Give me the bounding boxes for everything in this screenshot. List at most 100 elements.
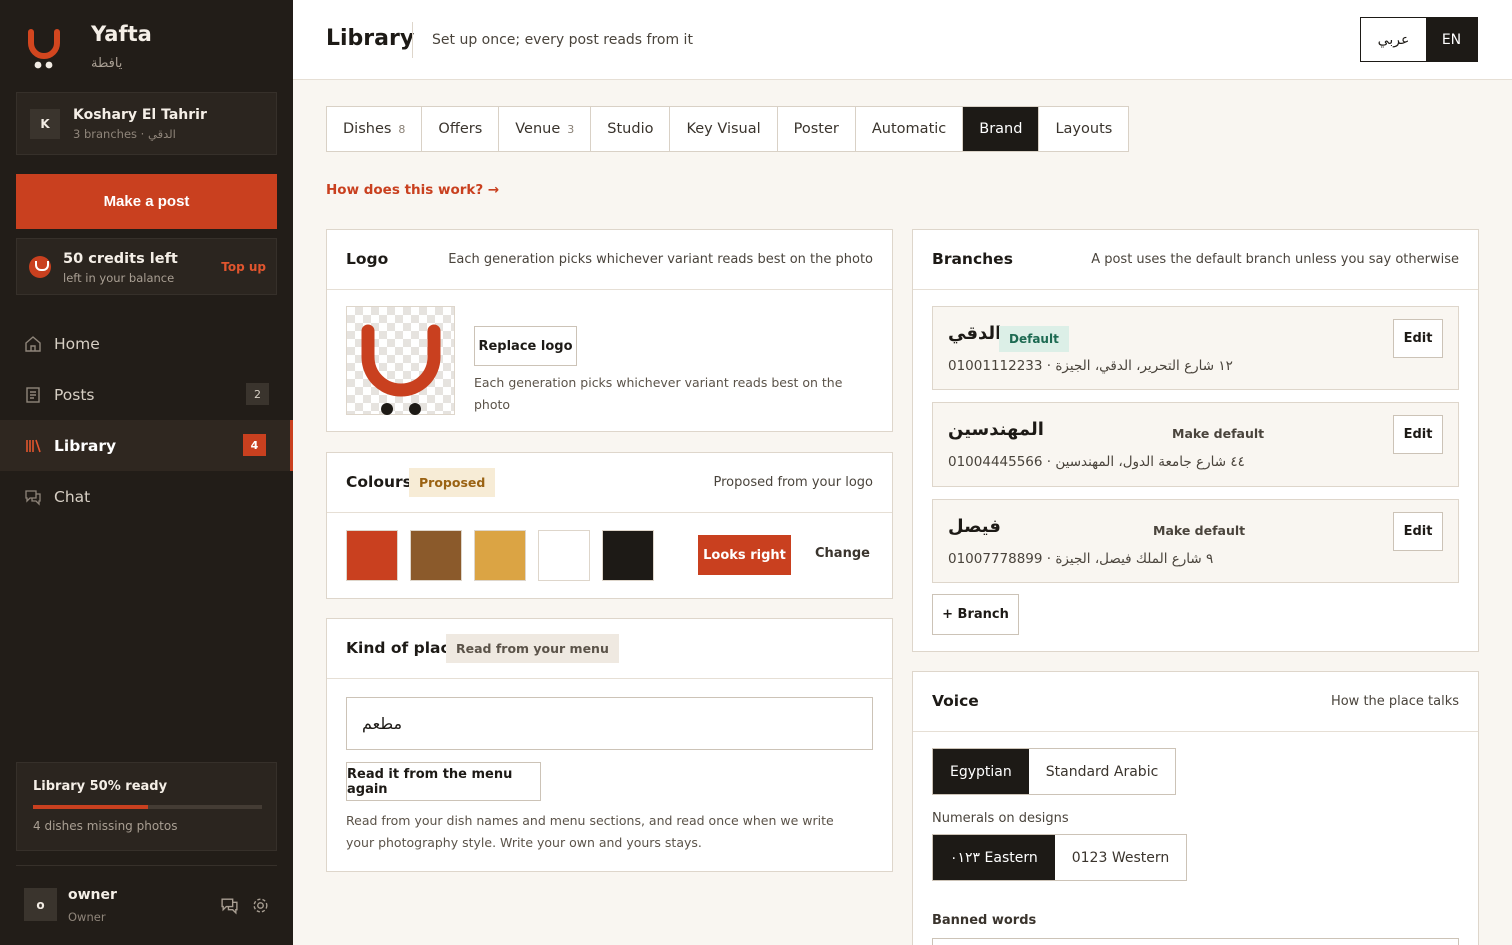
make-default-button[interactable]: Make default — [1153, 523, 1245, 538]
home-icon — [25, 335, 41, 352]
colour-swatch[interactable] — [410, 530, 462, 581]
reread-menu-button[interactable]: Read it from the menu again — [346, 762, 541, 801]
branches-panel: Branches A post uses the default branch … — [912, 229, 1479, 652]
logo-hint: Each generation picks whichever variant … — [474, 375, 843, 412]
branch-name: المهندسين — [948, 419, 1044, 440]
branch-address: ٩ شارع الملك فيصل، الجيزة · 01007778899 — [948, 551, 1214, 567]
gear-icon[interactable] — [251, 896, 270, 915]
posts-count-badge: 2 — [246, 383, 269, 405]
branches-panel-note: A post uses the default branch unless yo… — [1091, 252, 1459, 267]
tab-dishes[interactable]: Dishes 8 — [327, 107, 423, 151]
edit-branch-button[interactable]: Edit — [1393, 415, 1443, 454]
brand-name: Yafta — [91, 22, 152, 46]
language-toggle: عربي EN — [1360, 17, 1478, 62]
voice-option-egyptian[interactable]: Egyptian — [933, 749, 1029, 794]
read-from-menu-badge: Read from your menu — [446, 634, 619, 663]
library-count-badge: 4 — [243, 434, 266, 456]
edit-branch-button[interactable]: Edit — [1393, 319, 1443, 358]
branches-panel-title: Branches — [932, 250, 1013, 268]
posts-icon — [26, 386, 40, 403]
library-progress-card[interactable]: Library 50% ready 4 dishes missing photo… — [16, 762, 277, 851]
colour-swatch[interactable] — [602, 530, 654, 581]
colour-swatch[interactable] — [474, 530, 526, 581]
change-colours-button[interactable]: Change — [815, 546, 870, 561]
how-it-works-link[interactable]: How does this work? → — [326, 182, 499, 198]
tab-label: Offers — [438, 121, 483, 137]
branch-address: ١٢ شارع التحرير، الدقي، الجيزة · 0100111… — [948, 358, 1233, 374]
account-avatar: K — [30, 108, 60, 139]
credits-icon — [29, 256, 51, 278]
colour-swatch[interactable] — [346, 530, 398, 581]
brand[interactable]: Yafta يافطة — [26, 22, 152, 71]
divider — [412, 22, 413, 58]
account-meta: 3 branches · الدقي — [73, 126, 176, 141]
numerals-label: Numerals on designs — [932, 811, 1069, 826]
numerals-selector: ٠١٢٣ Eastern 0123 Western — [932, 834, 1188, 881]
add-branch-button[interactable]: + Branch — [932, 594, 1019, 635]
library-progress-bar — [33, 805, 262, 809]
numerals-option-eastern[interactable]: ٠١٢٣ Eastern — [933, 835, 1055, 880]
divider — [16, 865, 277, 866]
colour-swatch[interactable] — [538, 530, 590, 581]
avatar: o — [24, 888, 57, 921]
tab-studio[interactable]: Studio — [591, 107, 671, 151]
credits-subtitle: left in your balance — [63, 271, 175, 285]
tab-label: Venue — [515, 121, 561, 137]
tab-key-visual[interactable]: Key Visual — [670, 107, 778, 151]
branch-name: الدقي — [948, 323, 1002, 344]
sidebar: Yafta يافطة K Koshary El Tahrir 3 branch… — [0, 0, 293, 945]
page-subtitle: Set up once; every post reads from it — [432, 32, 693, 48]
numerals-option-western[interactable]: 0123 Western — [1055, 835, 1187, 880]
tab-brand[interactable]: Brand — [963, 107, 1040, 151]
tab-venue[interactable]: Venue 3 — [499, 107, 592, 151]
voice-panel: Voice How the place talks Egyptian Stand… — [912, 671, 1479, 945]
edit-branch-button[interactable]: Edit — [1393, 512, 1443, 551]
branch-address: ٤٤ شارع جامعة الدول، المهندسين · 0100444… — [948, 454, 1245, 470]
tab-label: Studio — [607, 121, 654, 137]
user-role: Owner — [68, 910, 106, 924]
page-title: Library — [326, 26, 415, 51]
tab-count: 3 — [567, 122, 575, 136]
feedback-icon[interactable] — [220, 896, 239, 915]
voice-panel-title: Voice — [932, 692, 979, 710]
language-english-button[interactable]: EN — [1426, 18, 1477, 61]
library-progress-title: Library 50% ready — [33, 779, 168, 794]
replace-logo-button[interactable]: Replace logo — [474, 326, 577, 366]
banned-words-input[interactable] — [932, 938, 1459, 945]
kind-hint: Read from your dish names and menu secti… — [346, 813, 834, 850]
tab-layouts[interactable]: Layouts — [1039, 107, 1128, 151]
sidebar-item-posts[interactable]: Posts 2 — [0, 369, 293, 420]
branch-card: المهندسين Make default ٤٤ شارع جامعة الد… — [932, 402, 1459, 487]
brand-arabic-name: يافطة — [91, 56, 123, 71]
proposed-badge: Proposed — [409, 468, 496, 497]
make-post-button[interactable]: Make a post — [16, 174, 277, 229]
sidebar-item-library[interactable]: Library 4 — [0, 420, 293, 471]
sidebar-item-chat[interactable]: Chat — [0, 471, 293, 522]
language-arabic-button[interactable]: عربي — [1361, 18, 1426, 61]
tab-label: Brand — [979, 121, 1023, 137]
tab-poster[interactable]: Poster — [778, 107, 856, 151]
sidebar-item-label: Home — [54, 334, 100, 353]
sidebar-item-label: Chat — [54, 487, 91, 506]
kind-panel-title: Kind of place — [346, 639, 461, 657]
tab-label: Key Visual — [686, 121, 761, 137]
looks-right-button[interactable]: Looks right — [698, 535, 791, 575]
logo-panel: Logo Each generation picks whichever var… — [326, 229, 893, 432]
page-header: Library Set up once; every post reads fr… — [293, 0, 1512, 80]
chat-icon — [25, 489, 41, 506]
user-name: owner — [68, 887, 117, 903]
tab-automatic[interactable]: Automatic — [856, 107, 964, 151]
sidebar-item-home[interactable]: Home — [0, 318, 293, 369]
tab-offers[interactable]: Offers — [422, 107, 500, 151]
branch-card: فيصل Make default ٩ شارع الملك فيصل، الج… — [932, 499, 1459, 583]
kind-of-place-input[interactable]: مطعم — [346, 697, 873, 750]
account-switcher[interactable]: K Koshary El Tahrir 3 branches · الدقي — [16, 92, 277, 155]
branch-name: فيصل — [948, 516, 1001, 537]
sidebar-item-label: Library — [54, 436, 117, 455]
make-default-button[interactable]: Make default — [1172, 426, 1264, 441]
tab-label: Poster — [793, 121, 839, 137]
top-up-link[interactable]: Top up — [221, 260, 266, 274]
voice-option-standard-arabic[interactable]: Standard Arabic — [1029, 749, 1176, 794]
logo-panel-title: Logo — [346, 250, 389, 268]
library-progress-subtitle: 4 dishes missing photos — [33, 819, 178, 833]
